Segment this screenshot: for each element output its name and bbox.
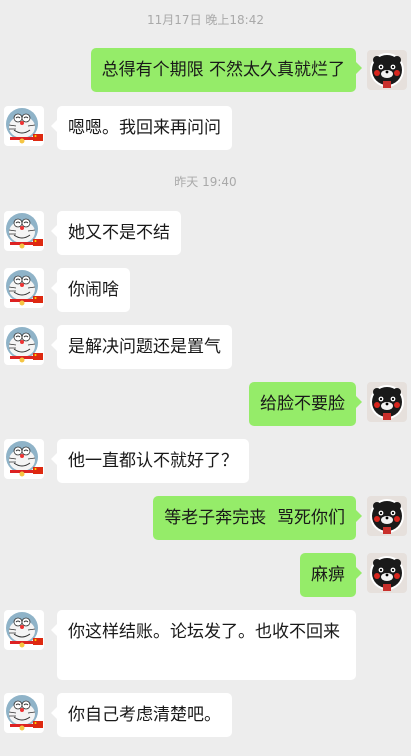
incoming-message-bubble[interactable]: 是解决问题还是置气 [51, 325, 232, 369]
incoming-message-bubble[interactable]: 你这样结账。论坛发了。也收不回来 [51, 610, 356, 680]
doraemon-avatar[interactable] [4, 325, 44, 365]
kumamon-avatar[interactable] [367, 496, 407, 536]
outgoing-message-bubble[interactable]: 等老子奔完丧 骂死你们 [153, 496, 362, 540]
outgoing-message-bubble[interactable]: 给脸不要脸 [249, 382, 362, 426]
incoming-message-bubble[interactable]: 你自己考虑清楚吧。 [51, 693, 232, 737]
kumamon-avatar[interactable] [367, 382, 407, 422]
timestamp: 昨天 19:40 [174, 175, 237, 189]
doraemon-avatar[interactable] [4, 610, 44, 650]
doraemon-avatar[interactable] [4, 693, 44, 733]
doraemon-avatar[interactable] [4, 211, 44, 251]
doraemon-avatar[interactable] [4, 439, 44, 479]
incoming-message-bubble[interactable]: 你闹啥 [51, 268, 130, 312]
outgoing-message-bubble[interactable]: 麻痹 [300, 553, 362, 597]
incoming-message-bubble[interactable]: 嗯嗯。我回来再问问 [51, 106, 232, 150]
doraemon-avatar[interactable] [4, 106, 44, 146]
doraemon-avatar[interactable] [4, 268, 44, 308]
kumamon-avatar[interactable] [367, 553, 407, 593]
timestamp: 11月17日 晚上18:42 [147, 13, 264, 27]
kumamon-avatar[interactable] [367, 50, 407, 90]
chat-window[interactable]: 11月17日 晚上18:42 总得有个期限 不然太久真就烂了 嗯嗯。我回来再问问… [0, 0, 411, 756]
outgoing-message-bubble[interactable]: 总得有个期限 不然太久真就烂了 [90, 48, 363, 92]
incoming-message-bubble[interactable]: 她又不是不结 [51, 211, 181, 255]
incoming-message-bubble[interactable]: 他一直都认不就好了？ [51, 439, 249, 483]
